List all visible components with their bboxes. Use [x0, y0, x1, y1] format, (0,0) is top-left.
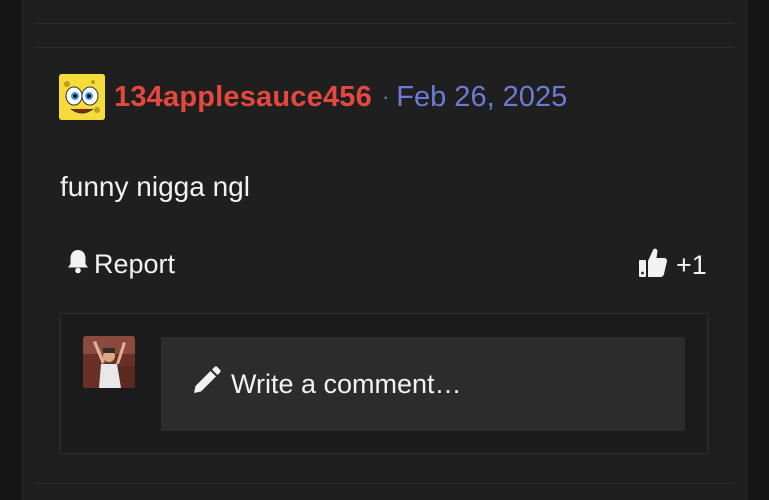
- like-count: +1: [676, 250, 707, 280]
- divider-post-top: [35, 47, 734, 48]
- comment-placeholder: Write a comment…: [231, 368, 462, 399]
- divider-bottom: [35, 483, 734, 484]
- report-button[interactable]: Report: [66, 248, 175, 281]
- post-header: 134applesauce456 · Feb 26, 2025: [59, 74, 567, 120]
- report-label: Report: [94, 249, 176, 279]
- comment-composer: Write a comment…: [60, 313, 708, 454]
- thumbs-up-icon: [638, 246, 676, 285]
- comment-input[interactable]: Write a comment…: [161, 337, 685, 431]
- pencil-icon: [191, 365, 231, 403]
- like-button[interactable]: +1: [638, 246, 707, 285]
- current-user-avatar[interactable]: [83, 336, 135, 388]
- divider-top: [35, 23, 734, 24]
- bell-icon: [66, 248, 94, 281]
- post-date[interactable]: Feb 26, 2025: [396, 81, 567, 114]
- author-avatar[interactable]: [59, 74, 105, 120]
- post-panel: 134applesauce456 · Feb 26, 2025 funny ni…: [21, 0, 748, 500]
- author-name[interactable]: 134applesauce456: [114, 81, 372, 114]
- meta-separator: ·: [381, 84, 390, 109]
- post-body: funny nigga ngl: [60, 171, 250, 202]
